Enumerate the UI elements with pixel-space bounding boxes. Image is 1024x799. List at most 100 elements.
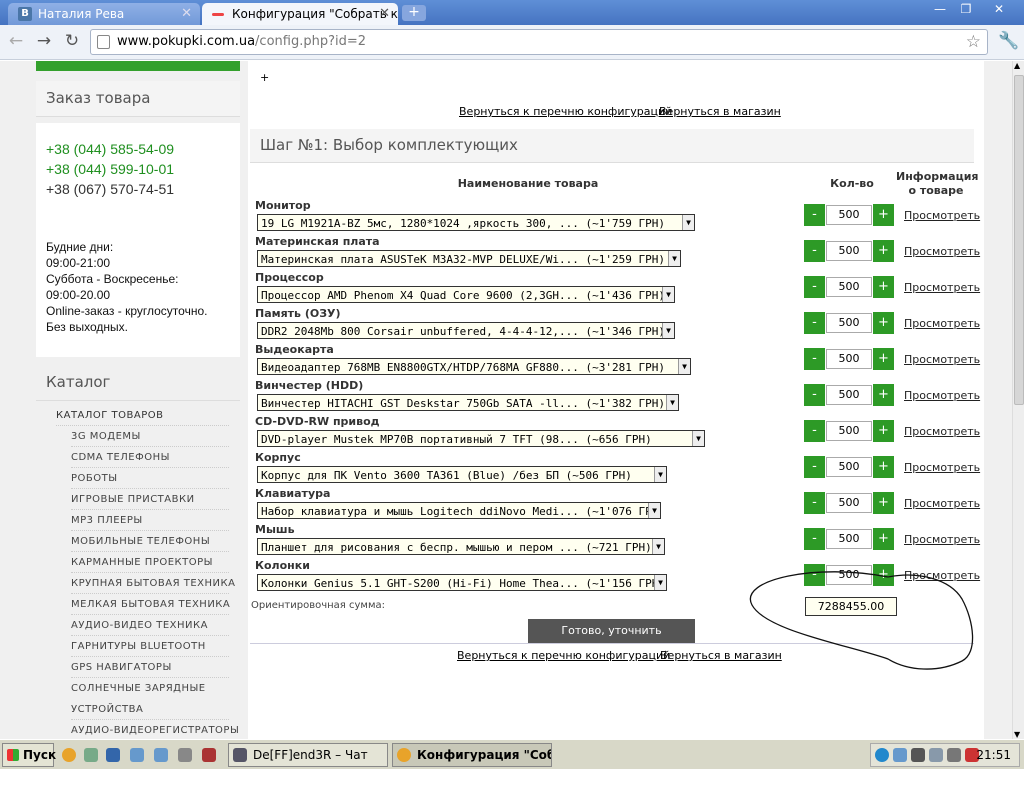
- scroll-up-icon[interactable]: ▲: [1014, 61, 1020, 70]
- back-to-configs-link[interactable]: Вернуться к перечню конфигураций: [457, 649, 670, 662]
- view-link[interactable]: Просмотреть: [904, 389, 980, 402]
- task-chat[interactable]: De[FF]end3R – Чат: [228, 743, 388, 767]
- view-link[interactable]: Просмотреть: [904, 281, 980, 294]
- minimize-button[interactable]: —: [928, 1, 952, 17]
- component-select[interactable]: Корпус для ПК Vento 3600 TA361 (Blue) /б…: [257, 466, 667, 483]
- scrollbar[interactable]: ▲ ▼: [1012, 61, 1024, 739]
- plus-button[interactable]: +: [873, 384, 894, 406]
- tray-icon[interactable]: [911, 748, 925, 762]
- catalog-item[interactable]: АУДИО-ВИДЕО ТЕХНИКА: [71, 620, 208, 631]
- back-to-shop-link[interactable]: Вернуться в магазин: [659, 105, 781, 118]
- quantity-input[interactable]: 500: [826, 529, 872, 549]
- quantity-input[interactable]: 500: [826, 421, 872, 441]
- maximize-button[interactable]: ❐: [954, 1, 978, 17]
- plus-button[interactable]: +: [873, 348, 894, 370]
- catalog-root-link[interactable]: КАТАЛОГ ТОВАРОВ: [56, 410, 164, 421]
- view-link[interactable]: Просмотреть: [904, 353, 980, 366]
- catalog-item[interactable]: MP3 ПЛЕЕРЫ: [71, 515, 143, 526]
- component-select[interactable]: Набор клавиатура и мышь Logitech ddiNovo…: [257, 502, 661, 519]
- catalog-item[interactable]: КАРМАННЫЕ ПРОЕКТОРЫ: [71, 557, 213, 568]
- start-button[interactable]: Пуск: [2, 743, 56, 767]
- close-icon[interactable]: ✕: [181, 6, 192, 21]
- view-link[interactable]: Просмотреть: [904, 497, 980, 510]
- catalog-item[interactable]: 3G МОДЕМЫ: [71, 431, 141, 442]
- media-icon[interactable]: [84, 748, 98, 762]
- close-icon[interactable]: ✕: [379, 6, 390, 21]
- new-tab-button[interactable]: +: [402, 5, 426, 21]
- task-config[interactable]: Конфигурация "Соб...: [392, 743, 552, 767]
- app-icon[interactable]: [154, 748, 168, 762]
- quantity-input[interactable]: 500: [826, 493, 872, 513]
- app-icon[interactable]: [178, 748, 192, 762]
- catalog-item[interactable]: CDMA ТЕЛЕФОНЫ: [71, 452, 170, 463]
- minus-button[interactable]: -: [804, 492, 825, 514]
- component-select[interactable]: DDR2 2048Mb 800 Corsair unbuffered, 4-4-…: [257, 322, 675, 339]
- ready-button[interactable]: Готово, уточнить количество: [528, 619, 695, 661]
- tray-icon[interactable]: [875, 748, 889, 762]
- minus-button[interactable]: -: [804, 528, 825, 550]
- minus-button[interactable]: -: [804, 456, 825, 478]
- app-icon[interactable]: [202, 748, 216, 762]
- app-icon[interactable]: [106, 748, 120, 762]
- scroll-thumb[interactable]: [1014, 75, 1024, 405]
- catalog-item[interactable]: GPS НАВИГАТОРЫ: [71, 662, 172, 673]
- minus-button[interactable]: -: [804, 276, 825, 298]
- minus-button[interactable]: -: [804, 384, 825, 406]
- view-link[interactable]: Просмотреть: [904, 317, 980, 330]
- plus-button[interactable]: +: [873, 312, 894, 334]
- plus-button[interactable]: +: [873, 276, 894, 298]
- catalog-item[interactable]: МОБИЛЬНЫЕ ТЕЛЕФОНЫ: [71, 536, 210, 547]
- wrench-icon[interactable]: 🔧: [998, 31, 1019, 51]
- view-link[interactable]: Просмотреть: [904, 425, 980, 438]
- minus-button[interactable]: -: [804, 348, 825, 370]
- component-select[interactable]: Видеоадаптер 768MB EN8800GTX/HTDP/768MA …: [257, 358, 691, 375]
- minus-button[interactable]: -: [804, 420, 825, 442]
- quantity-input[interactable]: 500: [826, 313, 872, 333]
- minus-button[interactable]: -: [804, 204, 825, 226]
- scroll-down-icon[interactable]: ▼: [1014, 730, 1020, 739]
- quantity-input[interactable]: 500: [826, 277, 872, 297]
- plus-button[interactable]: +: [873, 420, 894, 442]
- component-select[interactable]: Винчестер HITACHI GST Deskstar 750Gb SAT…: [257, 394, 679, 411]
- component-select[interactable]: Процессор AMD Phenom X4 Quad Core 9600 (…: [257, 286, 675, 303]
- bookmark-star-icon[interactable]: ☆: [966, 32, 981, 52]
- minus-button[interactable]: -: [804, 312, 825, 334]
- reload-icon[interactable]: ↻: [60, 31, 84, 53]
- component-select[interactable]: 19 LG M1921A-BZ 5мс, 1280*1024 ,яркость …: [257, 214, 695, 231]
- plus-button[interactable]: +: [873, 528, 894, 550]
- catalog-item[interactable]: КРУПНАЯ БЫТОВАЯ ТЕХНИКА: [71, 578, 235, 589]
- forward-arrow-icon[interactable]: →: [32, 31, 56, 53]
- quantity-input[interactable]: 500: [826, 349, 872, 369]
- quantity-input[interactable]: 500: [826, 385, 872, 405]
- quantity-input[interactable]: 500: [826, 205, 872, 225]
- tab-config[interactable]: Конфигурация "Собрать ком ✕: [202, 3, 398, 25]
- address-bar[interactable]: www.pokupki.com.ua/config.php?id=2 ☆: [90, 29, 988, 55]
- minus-button[interactable]: -: [804, 240, 825, 262]
- catalog-item[interactable]: РОБОТЫ: [71, 473, 118, 484]
- catalog-item[interactable]: ИГРОВЫЕ ПРИСТАВКИ: [71, 494, 195, 505]
- component-select[interactable]: Материнская плата ASUSTeK M3A32-MVP DELU…: [257, 250, 681, 267]
- back-to-configs-link[interactable]: Вернуться к перечню конфигураций: [459, 105, 672, 118]
- app-icon[interactable]: [130, 748, 144, 762]
- view-link[interactable]: Просмотреть: [904, 461, 980, 474]
- tab-nataliya-reva[interactable]: B Наталия Рева ✕: [8, 3, 200, 25]
- tray-icon[interactable]: [893, 748, 907, 762]
- component-select[interactable]: Планшет для рисования с беспр. мышью и п…: [257, 538, 665, 555]
- catalog-item[interactable]: МЕЛКАЯ БЫТОВАЯ ТЕХНИКА: [71, 599, 230, 610]
- plus-button[interactable]: +: [873, 492, 894, 514]
- view-link[interactable]: Просмотреть: [904, 245, 980, 258]
- plus-button[interactable]: +: [873, 204, 894, 226]
- catalog-item[interactable]: ГАРНИТУРЫ BLUETOOTH: [71, 641, 206, 652]
- component-select[interactable]: DVD-player Mustek MP70B портативный 7 TF…: [257, 430, 705, 447]
- plus-button[interactable]: +: [873, 456, 894, 478]
- catalog-item[interactable]: УСТРОЙСТВА: [71, 704, 143, 715]
- quantity-input[interactable]: 500: [826, 241, 872, 261]
- view-link[interactable]: Просмотреть: [904, 533, 980, 546]
- chrome-icon[interactable]: [62, 748, 76, 762]
- view-link[interactable]: Просмотреть: [904, 209, 980, 222]
- plus-button[interactable]: +: [873, 240, 894, 262]
- back-arrow-icon[interactable]: ←: [4, 31, 28, 53]
- tray-icon[interactable]: [929, 748, 943, 762]
- speaker-icon[interactable]: [947, 748, 961, 762]
- catalog-item[interactable]: СОЛНЕЧНЫЕ ЗАРЯДНЫЕ: [71, 683, 206, 694]
